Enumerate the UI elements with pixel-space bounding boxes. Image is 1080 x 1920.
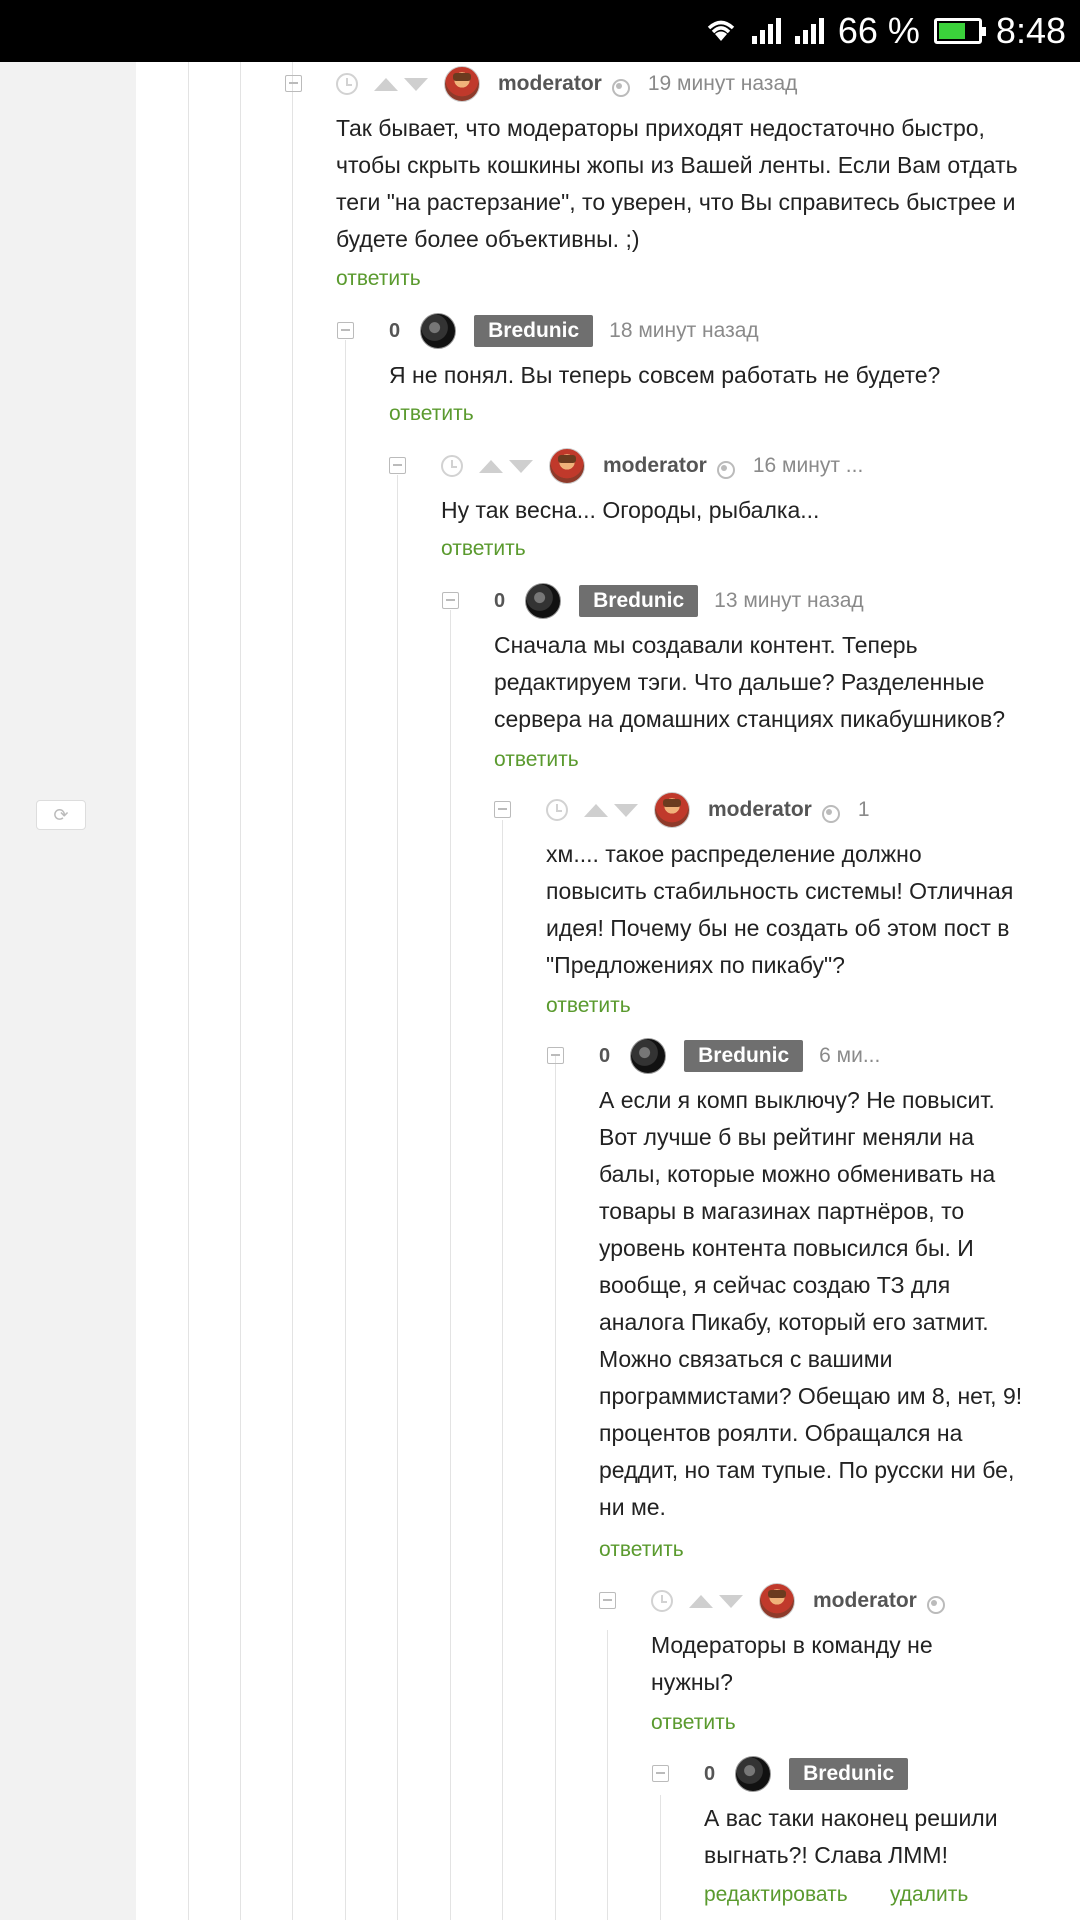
thread-line: [188, 62, 189, 1920]
comment-time: 18 минут назад: [609, 319, 759, 342]
rating: 0: [494, 589, 506, 612]
comment-header: 0 Bredunic 13 минут назад: [494, 581, 864, 621]
comment-text: Модераторы в команду не нужны?: [651, 1632, 933, 1695]
moderator-icon: [611, 79, 630, 97]
refresh-button[interactable]: ⟳: [36, 800, 86, 830]
moderator-icon: [926, 1596, 945, 1614]
comment-text: Так бывает, что модераторы приходят недо…: [336, 115, 1018, 252]
collapse-button[interactable]: [599, 1592, 616, 1609]
comment-header: moderator 16 минут ...: [441, 446, 863, 486]
thread-line: [660, 1795, 661, 1920]
username[interactable]: moderator: [708, 798, 812, 822]
downvote-icon[interactable]: [509, 459, 533, 473]
collapse-button[interactable]: [547, 1047, 564, 1064]
clock-icon: [441, 455, 463, 477]
thread-line: [397, 475, 398, 1920]
comment-text: Сначала мы создавали контент. Теперь ред…: [494, 632, 1005, 732]
clock-icon: [336, 73, 358, 95]
comment-text: А вас таки наконец решили выгнать?! Слав…: [704, 1805, 998, 1868]
comment-header: 0 Bredunic 6 ми...: [599, 1036, 880, 1076]
comment-header: moderator 19 минут назад: [336, 64, 797, 104]
reply-link[interactable]: ответить: [651, 1711, 736, 1735]
comment-text: Я не понял. Вы теперь совсем работать не…: [389, 362, 941, 388]
avatar[interactable]: [654, 792, 690, 828]
avatar[interactable]: [525, 583, 562, 619]
downvote-icon[interactable]: [719, 1594, 743, 1608]
comment-time: 1: [857, 798, 870, 821]
reply-link[interactable]: ответить: [599, 1538, 684, 1562]
reply-link[interactable]: ответить: [546, 994, 631, 1018]
clock-icon: [651, 1590, 673, 1612]
comment-text: хм.... такое распределение должно повыси…: [546, 841, 1014, 978]
collapse-button[interactable]: [652, 1765, 669, 1782]
rating: 0: [599, 1044, 611, 1067]
battery-icon: [933, 18, 986, 44]
reply-link[interactable]: ответить: [389, 402, 474, 426]
collapse-button[interactable]: [442, 592, 459, 609]
refresh-icon: ⟳: [53, 804, 69, 825]
thread-line: [450, 610, 451, 1920]
thread-line: [555, 1055, 556, 1920]
clock-time: 8:48: [995, 10, 1066, 51]
comment-time: 19 минут назад: [647, 72, 798, 95]
upvote-icon[interactable]: [689, 1594, 713, 1608]
moderator-icon: [821, 805, 840, 823]
reply-link[interactable]: ответить: [494, 748, 579, 772]
username-badge[interactable]: Bredunic: [684, 1040, 804, 1072]
username-badge[interactable]: Bredunic: [474, 315, 594, 347]
reply-link[interactable]: ответить: [336, 267, 421, 291]
clock-icon: [546, 799, 568, 821]
signal-icon: [751, 18, 781, 44]
edit-link[interactable]: редактировать: [704, 1883, 848, 1907]
avatar[interactable]: [630, 1038, 667, 1074]
rating: 0: [389, 319, 401, 342]
upvote-icon[interactable]: [374, 77, 398, 91]
username-badge[interactable]: Bredunic: [789, 1758, 909, 1790]
collapse-button[interactable]: [337, 322, 354, 339]
avatar[interactable]: [549, 448, 585, 484]
battery-percent: 66 %: [837, 10, 920, 51]
moderator-icon: [716, 461, 735, 479]
username[interactable]: moderator: [603, 454, 707, 478]
status-bar: 66 % 8:48: [0, 0, 1080, 62]
username-badge[interactable]: Bredunic: [579, 585, 699, 617]
collapse-button[interactable]: [389, 457, 406, 474]
avatar[interactable]: [759, 1583, 795, 1619]
avatar[interactable]: [735, 1756, 772, 1792]
comment-header: moderator: [651, 1581, 963, 1621]
comment-time: 6 ми...: [819, 1044, 881, 1067]
comment-text: А если я комп выключу? Не повысит. Вот л…: [599, 1087, 1023, 1520]
comment-header: 0 Bredunic: [704, 1754, 924, 1794]
comment-time: 16 минут ...: [752, 454, 864, 477]
username[interactable]: moderator: [498, 72, 602, 96]
comment-header: 0 Bredunic 18 минут назад: [389, 311, 759, 351]
comment-text: Ну так весна... Огороды, рыбалка...: [441, 497, 820, 523]
wifi-icon: [704, 16, 738, 47]
avatar[interactable]: [420, 313, 457, 349]
downvote-icon[interactable]: [614, 803, 638, 817]
upvote-icon[interactable]: [584, 803, 608, 817]
avatar[interactable]: [444, 66, 480, 102]
downvote-icon[interactable]: [404, 77, 428, 91]
thread-line: [345, 340, 346, 1920]
rating: 0: [704, 1762, 716, 1785]
upvote-icon[interactable]: [479, 459, 503, 473]
comment-time: 13 минут назад: [714, 589, 864, 612]
collapse-button[interactable]: [494, 801, 511, 818]
delete-link[interactable]: удалить: [890, 1883, 968, 1907]
signal-icon-2: [794, 18, 824, 44]
comment-header: moderator 1: [546, 790, 870, 830]
thread-line: [292, 62, 293, 1920]
reply-link[interactable]: ответить: [441, 537, 526, 561]
thread-line: [240, 62, 241, 1920]
thread-line: [607, 1630, 608, 1920]
collapse-button[interactable]: [285, 75, 302, 92]
left-gutter: ⟳: [0, 62, 136, 1920]
thread-line: [502, 820, 503, 1920]
username[interactable]: moderator: [813, 1589, 917, 1613]
